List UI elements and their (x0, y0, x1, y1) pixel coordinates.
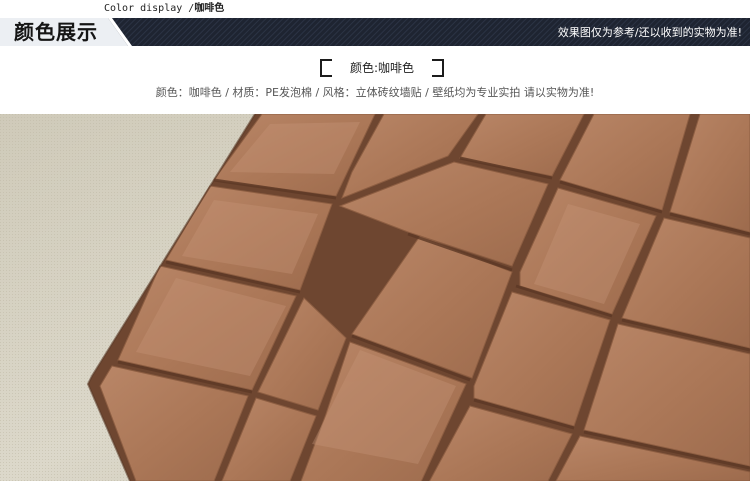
color-label: 颜色:咖啡色 (349, 61, 415, 75)
spec-line: 颜色：咖啡色 / 材质：PE发泡棉 / 风格：立体砖纹墙贴 / 壁纸均为专业实拍… (155, 86, 595, 99)
product-photo (0, 114, 750, 481)
caption-english: Color display / (104, 3, 195, 14)
section-caption: Color display /咖啡色 (104, 3, 224, 15)
left-bracket (320, 59, 332, 77)
right-bracket (432, 59, 444, 77)
color-label-box: 颜色:咖啡色 (320, 59, 444, 77)
brick-wall-photo (0, 114, 750, 481)
caption-chinese: 咖啡色 (194, 3, 225, 14)
top-strip: Color display /咖啡色 (0, 0, 750, 18)
banner-disclaimer: 效果图仅为参考/还以收到的实物为准! (557, 26, 742, 39)
banner-title: 颜色展示 (14, 20, 98, 44)
section-banner: 颜色展示 效果图仅为参考/还以收到的实物为准! (0, 18, 750, 46)
